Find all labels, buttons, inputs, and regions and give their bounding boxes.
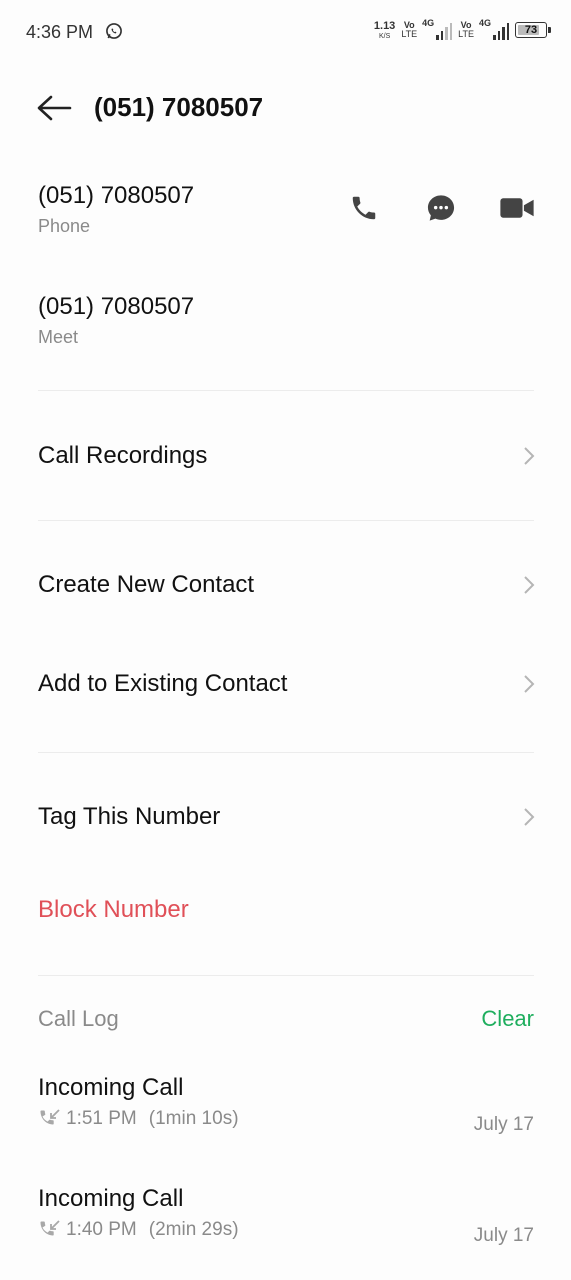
tag-number-item[interactable]: Tag This Number [38, 797, 536, 837]
video-call-button[interactable] [499, 190, 535, 226]
tag-number-label: Tag This Number [38, 803, 221, 830]
phone-icon [352, 196, 376, 220]
page-title: (051) 7080507 [94, 92, 264, 122]
arrow-left-icon[interactable] [34, 92, 74, 124]
phone-number: (051) 7080507 [38, 182, 195, 209]
call-time: 1:51 PM [66, 1108, 137, 1129]
call-meta: 1:40 PM (2min 29s) [38, 1219, 534, 1241]
volte-1-bottom: LTE [401, 29, 418, 39]
create-new-contact-item[interactable]: Create New Contact [38, 565, 536, 605]
net-speed-unit: K/S [378, 32, 391, 40]
battery-level: 73 [524, 24, 538, 36]
call-duration: (1min 10s) [148, 1108, 239, 1129]
call-recordings-item[interactable]: Call Recordings [38, 436, 536, 476]
message-icon [427, 195, 455, 221]
sig-1-label: 4G [422, 18, 435, 28]
call-kind: Incoming Call [38, 1185, 184, 1212]
divider [38, 752, 534, 753]
call-date: July 17 [473, 1225, 534, 1246]
add-existing-contact-label: Add to Existing Contact [38, 670, 288, 697]
incoming-call-icon [40, 1220, 60, 1236]
number-row-phone[interactable]: (051) 7080507 Phone [38, 182, 538, 237]
chevron-right-icon [524, 808, 535, 826]
chevron-right-icon [524, 576, 535, 594]
call-meta: 1:51 PM (1min 10s) [38, 1108, 534, 1130]
add-existing-contact-item[interactable]: Add to Existing Contact [38, 664, 536, 704]
incoming-call-icon [40, 1109, 60, 1125]
net-speed: 1.13 K/S [373, 19, 396, 40]
call-duration: (2min 29s) [148, 1219, 239, 1240]
call-log-label: Call Log [38, 1006, 119, 1031]
video-call-icon [500, 198, 534, 218]
number-row-meet[interactable]: (051) 7080507 Meet [38, 293, 538, 348]
divider [38, 390, 534, 391]
whatsapp-icon [106, 23, 122, 39]
chevron-right-icon [524, 675, 535, 693]
call-log-entry[interactable]: Incoming Call 1:51 PM (1min 10s) July 17 [38, 1074, 534, 1135]
number-type: Meet [38, 327, 79, 347]
number-type: Phone [38, 216, 91, 236]
call-log-header: Call Log Clear [38, 1006, 534, 1032]
divider [38, 520, 534, 521]
signal-icon: 4G [422, 18, 453, 40]
status-time: 4:36 PM [26, 22, 94, 42]
net-speed-value: 1.13 [373, 19, 396, 32]
battery-icon: 73 [515, 22, 551, 38]
call-recordings-label: Call Recordings [38, 442, 208, 469]
message-button[interactable] [423, 190, 459, 226]
header: (051) 7080507 [0, 80, 571, 136]
signal-icon: 4G [479, 18, 509, 40]
volte-2: Vo LTE [458, 21, 474, 39]
call-kind: Incoming Call [38, 1074, 184, 1101]
status-icons: 1.13 K/S Vo LTE 4G Vo LTE 4G 73 [373, 18, 551, 40]
volte-2-bottom: LTE [458, 29, 474, 39]
chevron-right-icon [524, 447, 535, 465]
block-number-button[interactable]: Block Number [38, 896, 189, 924]
call-log-entry[interactable]: Incoming Call 1:40 PM (2min 29s) July 17 [38, 1185, 534, 1246]
status-bar: 4:36 PM 1.13 K/S Vo LTE 4G Vo LTE 4G 73 [0, 0, 571, 64]
call-time: 1:40 PM [66, 1219, 137, 1240]
create-new-contact-label: Create New Contact [38, 571, 255, 598]
volte-1: Vo LTE [401, 21, 417, 39]
sig-2-label: 4G [479, 18, 492, 28]
call-date: July 17 [473, 1114, 534, 1135]
meet-number: (051) 7080507 [38, 293, 195, 320]
divider [38, 975, 534, 976]
call-button[interactable] [346, 190, 382, 226]
clear-button[interactable]: Clear [481, 1006, 534, 1032]
